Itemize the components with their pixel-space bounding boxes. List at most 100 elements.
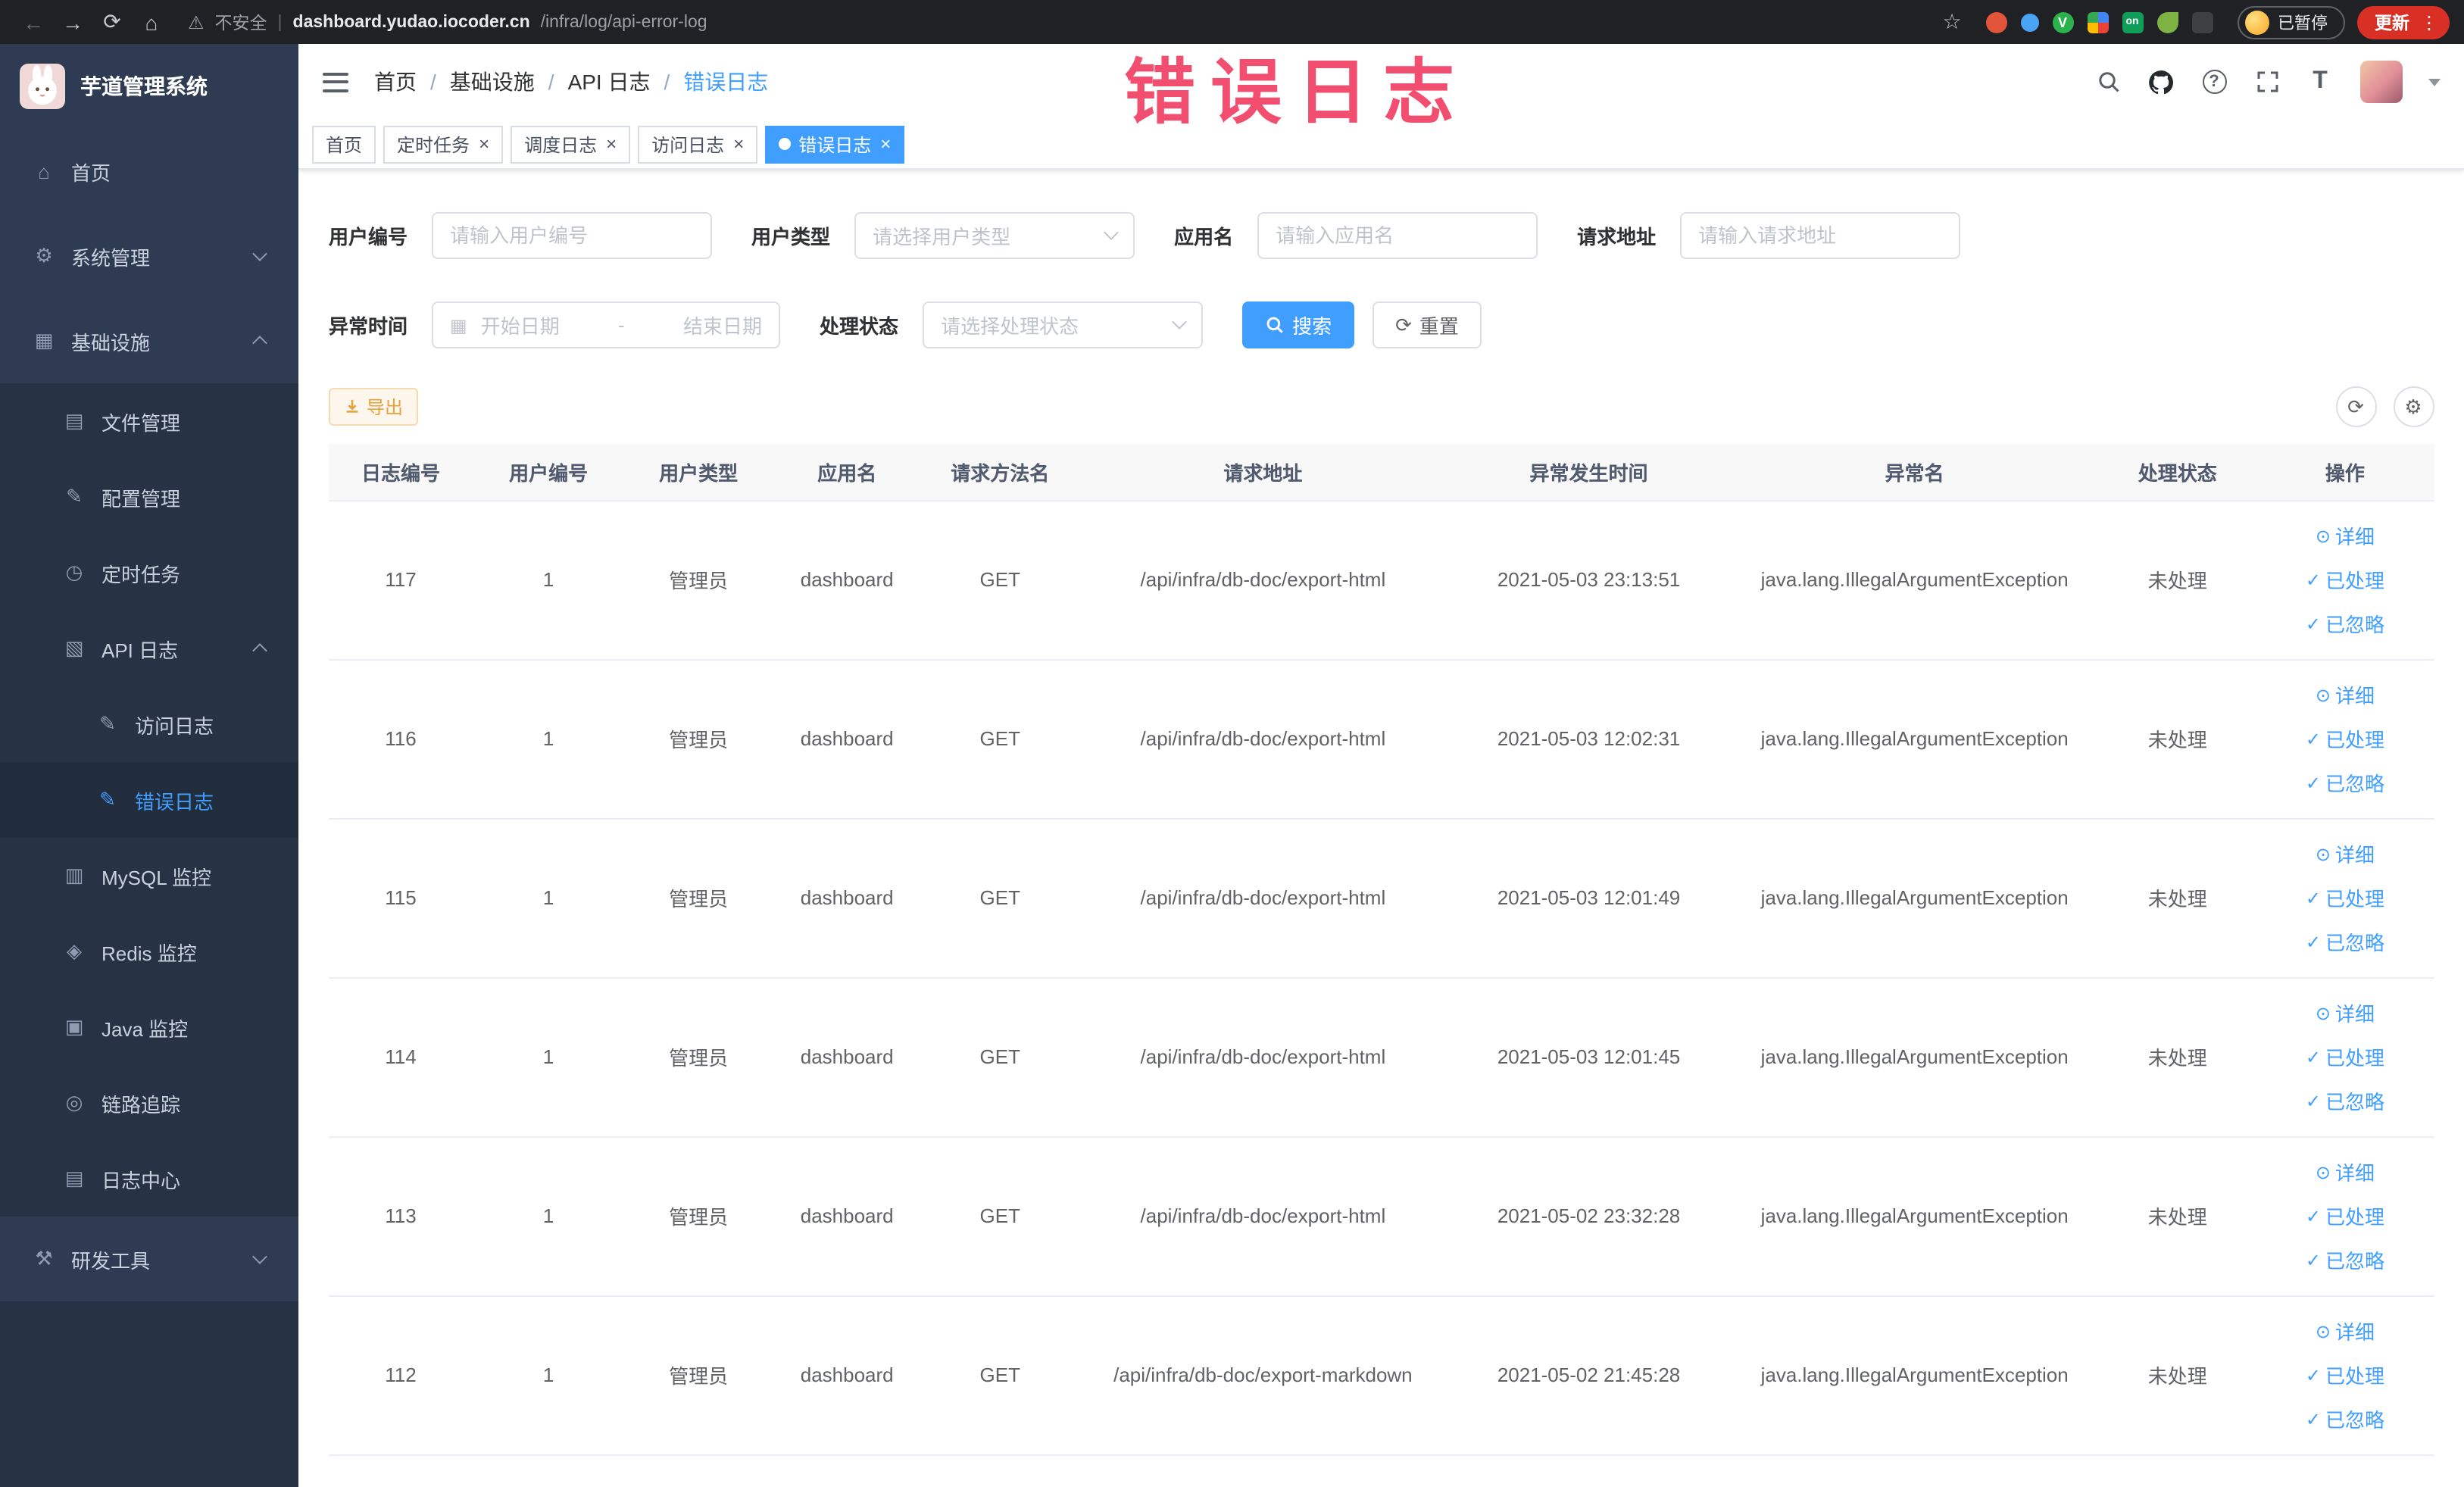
cell-method: GET	[921, 500, 1079, 660]
check-icon: ✓	[2305, 569, 2321, 590]
extension-grid-icon[interactable]	[2087, 11, 2108, 33]
breadcrumb-item: 错误日志	[683, 70, 769, 94]
eye-icon: ⊙	[2315, 843, 2331, 864]
ignored-link[interactable]: ✓ 已忽略	[2306, 609, 2384, 638]
search-button[interactable]: 搜索	[1242, 301, 1355, 348]
address-bar[interactable]: ⚠ 不安全 | dashboard.yudao.iocoder.cn/infra…	[188, 10, 1916, 34]
extension-on-icon[interactable]: on	[2122, 11, 2143, 33]
user-id-input[interactable]	[432, 212, 713, 259]
back-button[interactable]: ←	[15, 4, 52, 40]
processed-link[interactable]: ✓ 已处理	[2306, 565, 2384, 594]
processed-link[interactable]: ✓ 已处理	[2306, 1360, 2384, 1389]
chevron-down-icon	[252, 1249, 267, 1264]
extension-leaf-icon[interactable]	[2156, 11, 2178, 33]
profile-paused-badge[interactable]: 已暂停	[2237, 5, 2344, 39]
ignored-link[interactable]: ✓ 已忽略	[2306, 768, 2384, 797]
extension-v-icon[interactable]: V	[2052, 11, 2073, 33]
detail-link[interactable]: ⊙ 详细	[2316, 680, 2375, 709]
request-url-input[interactable]	[1680, 212, 1961, 259]
cell-url: /api/infra/db-doc/export-html	[1079, 659, 1447, 819]
cell-status: 未处理	[2098, 977, 2256, 1137]
sidebar-item-infrastructure[interactable]: ▦ 基础设施	[0, 298, 298, 383]
sidebar-item-mysql-monitor[interactable]: ▥ MySQL 监控	[0, 838, 298, 914]
chevron-down-icon[interactable]	[2428, 78, 2440, 86]
ignored-link[interactable]: ✓ 已忽略	[2306, 927, 2384, 956]
cell-user-type: 管理员	[624, 1136, 773, 1296]
bookmark-star-icon[interactable]: ☆	[1934, 4, 1970, 40]
tab-error-log[interactable]: 错误日志 ×	[765, 125, 905, 163]
processed-link[interactable]: ✓ 已处理	[2306, 724, 2384, 753]
tab-cron-job[interactable]: 定时任务 ×	[383, 125, 504, 163]
close-icon[interactable]: ×	[479, 135, 489, 153]
app-name-input[interactable]	[1257, 212, 1538, 259]
ignored-link[interactable]: ✓ 已忽略	[2306, 1086, 2384, 1115]
font-size-icon[interactable]: T	[2306, 67, 2334, 97]
ignored-link[interactable]: ✓ 已忽略	[2306, 1245, 2384, 1274]
forward-button[interactable]: →	[55, 4, 91, 40]
user-type-placeholder: 请选择用户类型	[873, 226, 1011, 248]
sidebar-toggle-icon[interactable]	[323, 72, 348, 92]
cell-method: GET	[921, 1295, 1079, 1455]
close-icon[interactable]: ×	[733, 135, 744, 153]
sidebar-item-dev-tools[interactable]: ⚒ 研发工具	[0, 1217, 298, 1301]
date-range-picker[interactable]: ▦ 开始日期 - 结束日期	[432, 301, 781, 348]
fullscreen-icon[interactable]	[2253, 67, 2281, 97]
breadcrumb-item[interactable]: API 日志	[568, 67, 651, 97]
sidebar-item-system-mgmt[interactable]: ⚙ 系统管理	[0, 214, 298, 298]
sidebar-item-log-center[interactable]: ▤ 日志中心	[0, 1141, 298, 1217]
tab-access-log[interactable]: 访问日志 ×	[638, 125, 758, 163]
processed-link[interactable]: ✓ 已处理	[2306, 1042, 2384, 1071]
check-icon: ✓	[2305, 1408, 2321, 1429]
chrome-menu-icon[interactable]: ⋮	[2420, 11, 2438, 33]
process-status-select[interactable]: 请选择处理状态	[923, 301, 1204, 348]
cell-time: 2021-05-03 12:01:49	[1447, 818, 1731, 978]
cell-actions: ⊙ 详细 ✓ 已处理 ✓ 已忽略	[2256, 818, 2434, 978]
processed-link[interactable]: ✓ 已处理	[2306, 1201, 2384, 1230]
reload-button[interactable]: ⟳	[94, 4, 130, 40]
sidebar-item-java-monitor[interactable]: ▣ Java 监控	[0, 989, 298, 1065]
user-type-select[interactable]: 请选择用户类型	[854, 212, 1135, 259]
extension-dark-icon[interactable]	[2191, 11, 2213, 33]
detail-link[interactable]: ⊙ 详细	[2316, 998, 2375, 1027]
avatar[interactable]	[2359, 61, 2402, 103]
sidebar-item-file-mgmt[interactable]: ▤ 文件管理	[0, 383, 298, 459]
close-icon[interactable]: ×	[880, 135, 891, 153]
processed-link[interactable]: ✓ 已处理	[2306, 883, 2384, 912]
sidebar-item-tracing[interactable]: ◎ 链路追踪	[0, 1065, 298, 1141]
detail-link[interactable]: ⊙ 详细	[2316, 1317, 2375, 1345]
home-button[interactable]: ⌂	[133, 4, 170, 40]
sidebar-item-redis-monitor[interactable]: ◈ Redis 监控	[0, 914, 298, 989]
detail-link[interactable]: ⊙ 详细	[2316, 839, 2375, 868]
export-button[interactable]: 导出	[329, 388, 419, 426]
tab-label: 首页	[326, 134, 363, 155]
ignored-link[interactable]: ✓ 已忽略	[2306, 1404, 2384, 1433]
chrome-update-button[interactable]: 更新 ⋮	[2356, 5, 2449, 39]
eye-icon: ⊙	[2315, 1002, 2331, 1023]
close-icon[interactable]: ×	[606, 135, 617, 153]
tab-home[interactable]: 首页	[312, 125, 376, 163]
sidebar-item-error-log[interactable]: ✎ 错误日志	[0, 762, 298, 838]
tab-job-log[interactable]: 调度日志 ×	[511, 125, 631, 163]
extension-blue-icon[interactable]	[2020, 13, 2038, 31]
app-logo[interactable]: 芋道管理系统	[0, 44, 298, 129]
column-settings-button[interactable]: ⚙	[2393, 386, 2434, 427]
sidebar-item-config-mgmt[interactable]: ✎ 配置管理	[0, 459, 298, 535]
gear-icon: ⚙	[2404, 395, 2422, 417]
github-icon[interactable]	[2147, 67, 2175, 97]
sidebar-item-cron-job[interactable]: ◷ 定时任务	[0, 535, 298, 611]
search-icon[interactable]	[2094, 67, 2122, 97]
row-actions: ⊙ 详细 ✓ 已处理 ✓ 已忽略	[2263, 998, 2428, 1115]
reset-button[interactable]: ⟳ 重置	[1373, 301, 1482, 348]
extension-red-icon[interactable]	[1985, 11, 2006, 33]
breadcrumb-item[interactable]: 首页	[374, 67, 417, 97]
refresh-table-button[interactable]: ⟳	[2335, 386, 2376, 427]
sidebar-item-access-log[interactable]: ✎ 访问日志	[0, 686, 298, 762]
sidebar-item-home[interactable]: ⌂ 首页	[0, 129, 298, 214]
sidebar-item-api-log[interactable]: ▧ API 日志	[0, 611, 298, 686]
breadcrumb-item[interactable]: 基础设施	[450, 67, 535, 97]
detail-link[interactable]: ⊙ 详细	[2316, 1157, 2375, 1186]
detail-link[interactable]: ⊙ 详细	[2316, 521, 2375, 550]
cell-user-id: 1	[473, 1136, 625, 1296]
cell-user-id: 1	[473, 500, 625, 660]
help-icon[interactable]: ?	[2200, 67, 2228, 97]
